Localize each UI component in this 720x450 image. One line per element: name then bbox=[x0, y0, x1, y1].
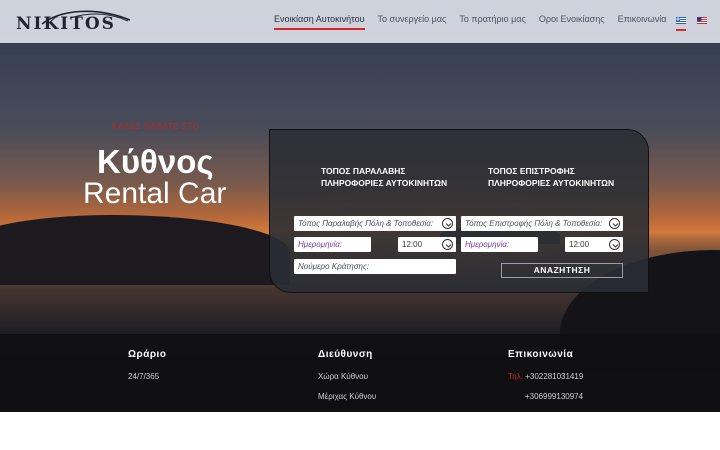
active-language-indicator bbox=[676, 29, 686, 31]
return-header: ΤΟΠΟΣ ΕΠΙΣΤΡΟΦΗΣ ΠΛΗΡΟΦΟΡΙΕΣ ΑΥΤΟΚΙΝΗΤΩΝ bbox=[488, 165, 614, 189]
site-header: NIKITOS Ενοικίαση Αυτοκινήτου Το συνεργε… bbox=[0, 0, 720, 43]
return-date-field[interactable]: Ημερομηνία: bbox=[461, 237, 538, 252]
pickup-time-select[interactable]: 12:00 bbox=[398, 237, 456, 252]
return-time-select[interactable]: 12:00 bbox=[565, 237, 623, 252]
chevron-down-icon bbox=[442, 218, 453, 229]
logo-text: NIKITOS bbox=[16, 14, 116, 34]
main-navigation: Ενοικίαση Αυτοκινήτου Το συνεργείο μας Τ… bbox=[274, 14, 679, 30]
nav-contact[interactable]: Επικοινωνία bbox=[618, 14, 667, 28]
nav-workshop[interactable]: Το συνεργείο μας bbox=[378, 14, 447, 28]
hours-title: Ωράριο bbox=[128, 349, 167, 360]
welcome-text: ΚΑΛΩΣ ΗΛΘΑΤΕ ΣΤΟ bbox=[112, 122, 200, 131]
phone-row-1: Τηλ. +302281031419 bbox=[508, 372, 583, 381]
site-logo[interactable]: NIKITOS bbox=[16, 6, 132, 36]
booking-number-placeholder: Νούμερο Κράτησης: bbox=[298, 262, 370, 271]
return-date-placeholder: Ημερομηνία: bbox=[465, 240, 510, 249]
return-time-value: 12:00 bbox=[569, 240, 590, 249]
pickup-time-value: 12:00 bbox=[402, 240, 423, 249]
return-location-placeholder: Τόπος Επιστροφής Πόλη & Τοποθεσία: bbox=[465, 219, 603, 228]
pickup-header: ΤΟΠΟΣ ΠΑΡΑΛΑΒΗΣ ΠΛΗΡΟΦΟΡΙΕΣ ΑΥΤΟΚΙΝΗΤΩΝ bbox=[321, 165, 447, 189]
phone-label: Τηλ. bbox=[508, 372, 523, 381]
left-hill bbox=[0, 215, 290, 285]
chevron-down-icon bbox=[442, 239, 453, 250]
pickup-date-placeholder: Ημερομηνία: bbox=[298, 240, 343, 249]
search-button[interactable]: ΑΝΑΖΗΤΗΣΗ bbox=[501, 263, 623, 278]
phone-number-1[interactable]: +302281031419 bbox=[525, 372, 583, 381]
address-line1: Χώρα Κύθνου bbox=[318, 372, 368, 381]
us-flag-icon[interactable] bbox=[697, 17, 707, 24]
hours-value: 24/7/365 bbox=[128, 372, 160, 381]
greek-flag-icon[interactable] bbox=[676, 17, 686, 24]
pickup-location-placeholder: Τόπος Παραλαβής Πόλη & Τοποθεσία: bbox=[298, 219, 434, 228]
pickup-header-line1: ΤΟΠΟΣ ΠΑΡΑΛΑΒΗΣ bbox=[321, 166, 406, 176]
nav-gas-station[interactable]: Το πρατήριο μας bbox=[459, 14, 525, 28]
pickup-location-select[interactable]: Τόπος Παραλαβής Πόλη & Τοποθεσία: bbox=[294, 216, 456, 231]
hero-title: Κύθνος bbox=[97, 143, 214, 180]
phone-number-2[interactable]: +306999130974 bbox=[525, 392, 583, 401]
chevron-down-icon bbox=[609, 218, 620, 229]
page: NIKITOS Ενοικίαση Αυτοκινήτου Το συνεργε… bbox=[0, 0, 720, 450]
return-header-line2: ΠΛΗΡΟΦΟΡΙΕΣ ΑΥΤΟΚΙΝΗΤΩΝ bbox=[488, 178, 615, 188]
info-footer: Ωράριο 24/7/365 Διεύθυνση Χώρα Κύθνου Μέ… bbox=[0, 334, 720, 412]
nav-car-rental[interactable]: Ενοικίαση Αυτοκινήτου bbox=[274, 14, 365, 30]
contact-title: Επικοινωνία bbox=[508, 349, 574, 360]
return-header-line1: ΤΟΠΟΣ ΕΠΙΣΤΡΟΦΗΣ bbox=[488, 166, 575, 176]
hero-subtitle: Rental Car bbox=[83, 177, 227, 210]
address-line2: Μέριχας Κύθνου bbox=[318, 392, 377, 401]
return-location-select[interactable]: Τόπος Επιστροφής Πόλη & Τοποθεσία: bbox=[461, 216, 623, 231]
address-title: Διεύθυνση bbox=[318, 349, 373, 360]
nav-rental-terms[interactable]: Οροι Ενοικίασης bbox=[539, 14, 605, 28]
pickup-date-field[interactable]: Ημερομηνία: bbox=[294, 237, 371, 252]
chevron-down-icon bbox=[609, 239, 620, 250]
booking-number-input[interactable]: Νούμερο Κράτησης: bbox=[294, 259, 456, 274]
pickup-header-line2: ΠΛΗΡΟΦΟΡΙΕΣ ΑΥΤΟΚΙΝΗΤΩΝ bbox=[321, 178, 448, 188]
